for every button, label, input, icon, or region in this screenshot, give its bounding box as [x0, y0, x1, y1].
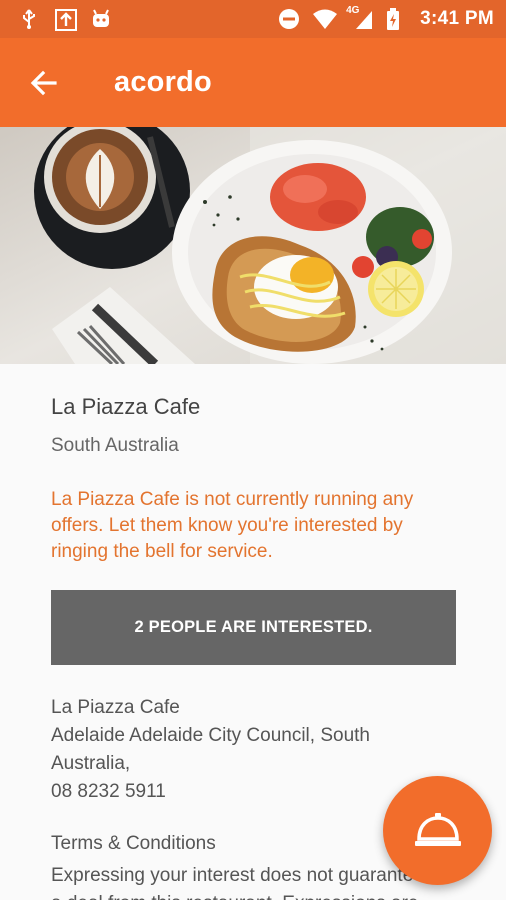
terms-line: a deal from this restaurant. Expressions…	[51, 890, 506, 900]
battery-icon	[386, 8, 408, 30]
clock: 3:41 PM	[420, 8, 494, 29]
do-not-disturb-icon	[278, 8, 300, 30]
address-line: Adelaide Adelaide City Council, South Au…	[51, 725, 370, 774]
venue-name: La Piazza Cafe	[51, 394, 201, 419]
venue-region: South Australia	[51, 435, 179, 456]
phone-number[interactable]: 08 8232 5911	[51, 778, 431, 806]
back-button[interactable]	[0, 38, 88, 127]
service-bell-icon	[414, 812, 461, 846]
ring-bell-button[interactable]	[383, 776, 492, 885]
app-bar: acordo	[0, 38, 506, 127]
wifi-icon	[312, 8, 338, 30]
usb-icon	[18, 8, 40, 30]
download-box-icon	[54, 8, 77, 31]
interested-count-button[interactable]: 2 PEOPLE ARE INTERESTED.	[51, 590, 456, 665]
no-offers-notice: La Piazza Cafe is not currently running …	[51, 489, 414, 562]
terms-title: Terms & Conditions	[51, 833, 216, 854]
venue-address-block: La Piazza Cafe Adelaide Adelaide City Co…	[51, 694, 431, 806]
signal-icon: 4G	[346, 5, 374, 31]
app-title: acordo	[114, 66, 212, 98]
cafe-breakfast-photo	[0, 127, 506, 364]
arrow-back-icon	[30, 70, 57, 95]
android-icon	[90, 8, 112, 30]
address-venue-name: La Piazza Cafe	[51, 697, 180, 718]
status-bar: 4G 3:41 PM	[0, 0, 506, 38]
